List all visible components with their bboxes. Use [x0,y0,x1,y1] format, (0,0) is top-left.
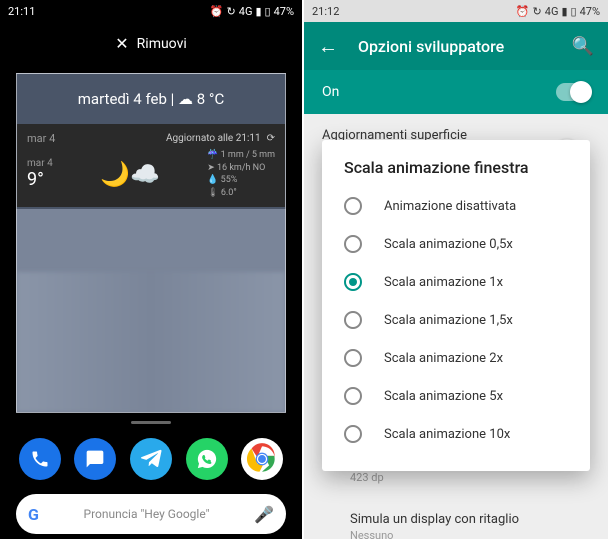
phone-app-icon[interactable] [19,438,61,480]
remove-widget-button[interactable]: ✕ Rimuovi [0,22,302,65]
signal-icon: ▮ [255,5,261,18]
radio-option[interactable]: Animazione disattivata [322,187,590,225]
radio-option[interactable]: Scala animazione 1,5x [322,301,590,339]
app-bar: ← Opzioni sviluppatore 🔍 [304,22,608,70]
master-toggle-row[interactable]: On [304,70,608,114]
master-toggle[interactable] [556,83,590,101]
widget-temp: 9° [27,169,53,190]
phone-left-home: 21:11 ⏰ ↻ 4G ▮ ▯ 47% ✕ Rimuovi martedì 4… [0,0,304,539]
chrome-app-icon[interactable] [241,438,283,480]
refresh-icon[interactable]: ⟳ [267,133,275,144]
remove-label: Rimuovi [137,36,187,52]
sync-icon: ↻ [533,5,542,18]
radio-icon [344,273,362,291]
radio-option[interactable]: Scala animazione 1x [322,263,590,301]
search-placeholder: Pronuncia "Hey Google" [47,507,246,521]
radio-option[interactable]: Scala animazione 2x [322,339,590,377]
radio-option[interactable]: Scala animazione 10x [322,415,590,453]
battery-label: 47% [274,5,294,18]
radio-option[interactable]: Scala animazione 0,5x [322,225,590,263]
phone-right-settings: 21:12 ⏰ ↻ 4G ▮ ▯ 47% ← Opzioni sviluppat… [304,0,608,539]
widget-updated: Aggiornato alle 21:11 ⟳ [166,133,275,144]
radio-icon [344,197,362,215]
radio-label: Scala animazione 5x [384,389,503,404]
status-icons: ⏰ ↻ 4G ▮ ▯ 47% [210,5,294,18]
status-time: 21:11 [8,5,35,18]
radio-label: Scala animazione 10x [384,427,510,442]
battery-icon: ▯ [265,5,271,18]
sync-icon: ↻ [227,5,236,18]
widget-left: mar 4 9° [27,158,53,190]
radio-icon [344,387,362,405]
google-search-bar[interactable]: G Pronuncia "Hey Google" 🎤 [16,494,286,534]
network-label: 4G [545,5,559,18]
page-title: Opzioni sviluppatore [358,37,552,56]
radio-label: Scala animazione 0,5x [384,237,513,252]
alarm-icon: ⏰ [210,5,224,18]
radio-icon [344,235,362,253]
battery-label: 47% [580,5,600,18]
widget-preview[interactable]: martedì 4 feb | ☁ 8 °C mar 4 Aggiornato … [16,73,286,413]
animation-scale-dialog: Scala animazione finestra Animazione dis… [322,140,590,471]
weather-header: martedì 4 feb | ☁ 8 °C [17,74,285,124]
radio-icon [344,311,362,329]
widget-date: mar 4 [27,132,55,145]
close-icon: ✕ [115,34,128,53]
radio-option[interactable]: Scala animazione 5x [322,377,590,415]
signal-icon: ▮ [561,5,567,18]
radio-label: Animazione disattivata [384,199,516,214]
radio-label: Scala animazione 1,5x [384,313,513,328]
weather-widget[interactable]: mar 4 Aggiornato alle 21:11 ⟳ mar 4 9° 🌙… [17,124,285,207]
back-button[interactable]: ← [318,34,338,59]
mic-icon[interactable]: 🎤 [254,505,274,524]
blurred-apps [17,272,285,412]
dialog-title: Scala animazione finestra [322,158,590,187]
status-time: 21:12 [312,5,339,18]
radio-icon [344,349,362,367]
widget-details: ☔ 1 mm / 5 mm ➤ 16 km/h NO 💧 55% 🌡 6.0° [207,149,275,199]
alarm-icon: ⏰ [516,5,530,18]
dock [0,430,302,488]
network-label: 4G [239,5,253,18]
radio-icon [344,425,362,443]
toggle-label: On [322,84,339,100]
status-bar: 21:11 ⏰ ↻ 4G ▮ ▯ 47% [0,0,302,22]
search-icon[interactable]: 🔍 [572,36,594,57]
messages-app-icon[interactable] [74,438,116,480]
app-drawer-handle[interactable] [131,421,171,424]
weather-icon: 🌙☁️ [100,160,160,188]
google-logo-icon: G [28,505,39,524]
battery-icon: ▯ [571,5,577,18]
radio-label: Scala animazione 2x [384,351,503,366]
whatsapp-app-icon[interactable] [186,438,228,480]
status-icons: ⏰ ↻ 4G ▮ ▯ 47% [516,5,600,18]
cutout-setting[interactable]: Simula un display con ritaglio Nessuno [304,498,608,539]
telegram-app-icon[interactable] [130,438,172,480]
status-bar: 21:12 ⏰ ↻ 4G ▮ ▯ 47% [304,0,608,22]
radio-label: Scala animazione 1x [384,275,503,290]
